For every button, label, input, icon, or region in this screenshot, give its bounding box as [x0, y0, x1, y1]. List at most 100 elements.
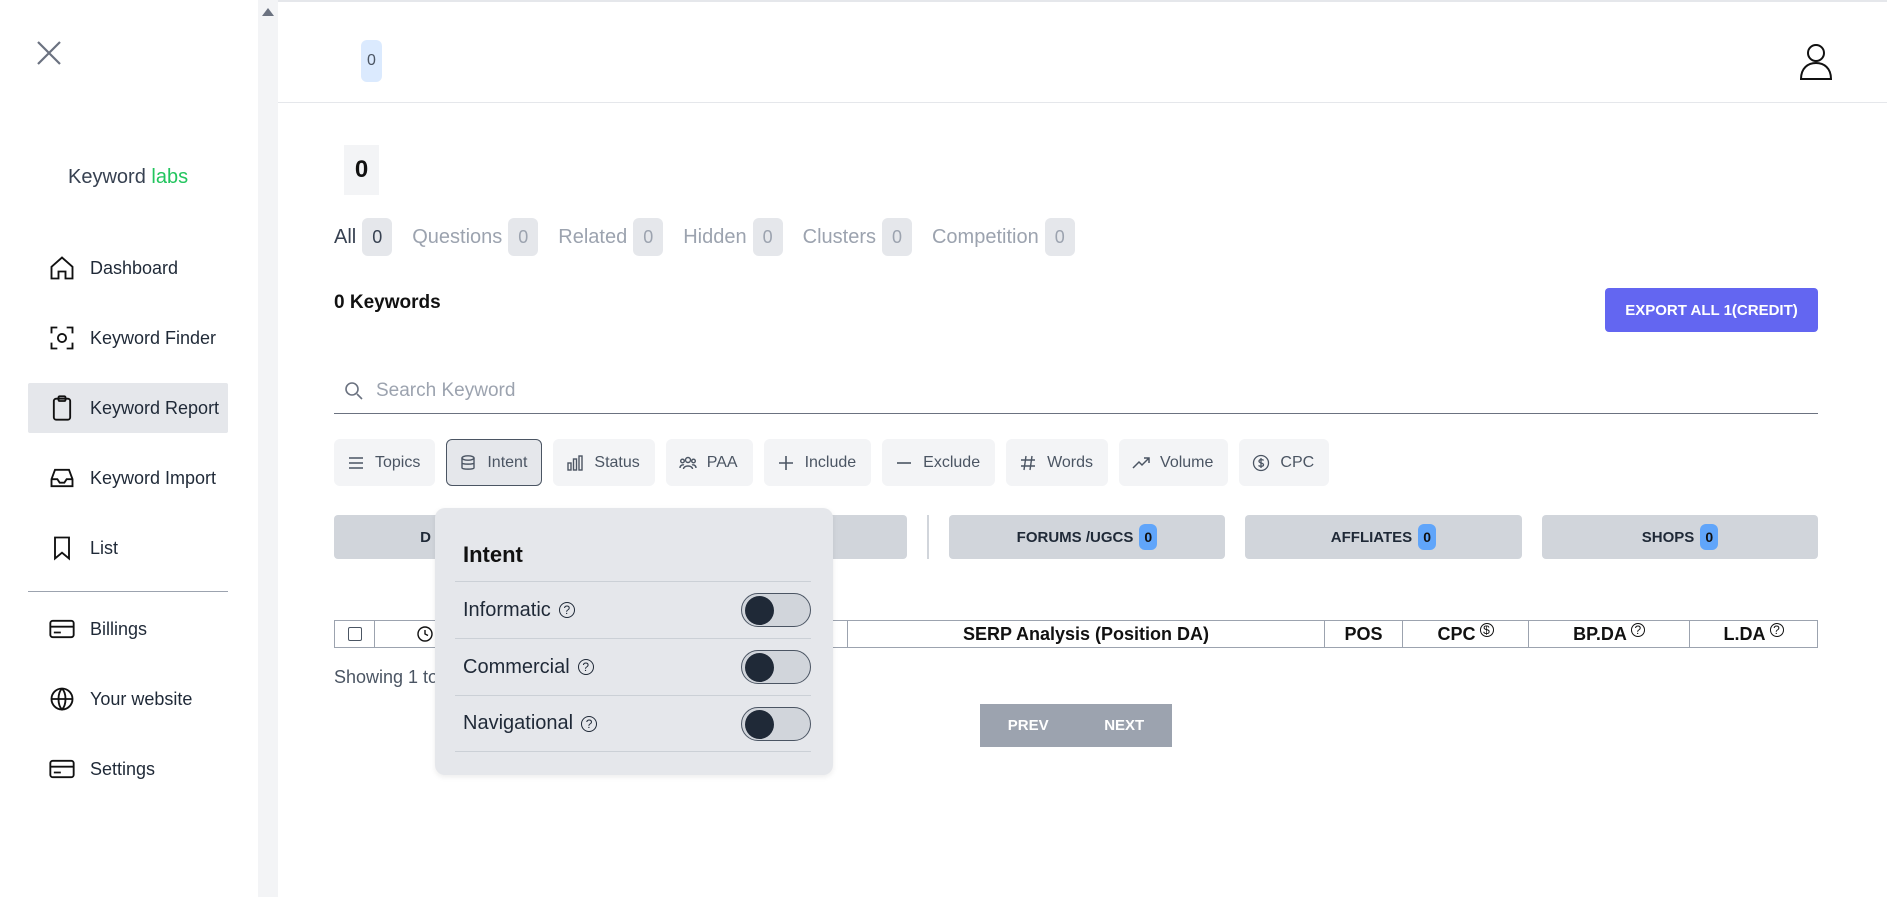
- sidebar-item-label: Settings: [90, 758, 156, 779]
- tab-clusters[interactable]: Clusters 0: [803, 218, 912, 256]
- bpda-header-label: BP.DA: [1573, 623, 1627, 644]
- user-icon[interactable]: [1798, 42, 1834, 80]
- toggle-knob: [745, 596, 774, 625]
- sidebar-scrollbar[interactable]: [258, 0, 278, 897]
- showing-text: Showing 1 to: [334, 667, 439, 687]
- search-input[interactable]: [376, 379, 1776, 402]
- search-icon: [345, 381, 363, 400]
- menu-icon: [349, 456, 363, 469]
- bpda-header: BP.DA?: [1529, 621, 1690, 647]
- category-label: FORUMS /UGCS: [1016, 528, 1134, 546]
- help-icon[interactable]: ?: [1769, 623, 1784, 637]
- top-count-badge: 0: [361, 40, 382, 82]
- tab-count: 0: [633, 218, 664, 256]
- tab-label: All: [334, 225, 357, 248]
- tab-related[interactable]: Related 0: [558, 218, 664, 256]
- filter-topics[interactable]: Topics: [334, 439, 436, 486]
- commercial-toggle[interactable]: [741, 650, 811, 684]
- sidebar-item-your-website[interactable]: Your website: [28, 674, 228, 724]
- intent-option-label: Commercial?: [463, 656, 594, 679]
- export-all-button[interactable]: EXPORT ALL 1(CREDIT): [1605, 288, 1818, 332]
- category-button-affiliates[interactable]: AFFLIATES 0: [1245, 515, 1522, 559]
- sidebar-item-keyword-finder[interactable]: Keyword Finder: [28, 313, 228, 363]
- total-count: 0: [344, 145, 379, 195]
- help-icon[interactable]: ?: [581, 715, 598, 732]
- category-count-badge: 0: [1700, 524, 1719, 550]
- sidebar-item-keyword-import[interactable]: Keyword Import: [28, 453, 228, 503]
- prev-button[interactable]: PREV: [1008, 717, 1049, 734]
- next-button[interactable]: NEXT: [1104, 717, 1144, 734]
- intent-option-informatic: Informatic?: [455, 581, 811, 638]
- minus-icon: [897, 461, 912, 464]
- dollar-info-icon[interactable]: $: [1479, 623, 1494, 637]
- navigational-toggle[interactable]: [741, 706, 811, 741]
- select-all-checkbox[interactable]: [347, 627, 362, 641]
- tab-count: 0: [881, 218, 912, 256]
- filter-label: Words: [1047, 453, 1094, 471]
- filter-volume[interactable]: Volume: [1119, 439, 1229, 486]
- dollar-icon: [1253, 454, 1270, 471]
- tab-count: 0: [752, 218, 783, 256]
- sidebar-divider: [28, 591, 228, 592]
- filter-paa[interactable]: PAA: [665, 439, 753, 486]
- filter-exclude[interactable]: Exclude: [882, 439, 996, 486]
- plus-icon: [778, 455, 793, 470]
- serp-analysis-header: SERP Analysis (Position DA): [848, 621, 1325, 647]
- tab-count: 0: [508, 218, 539, 256]
- help-icon[interactable]: ?: [558, 602, 575, 618]
- lda-header-label: L.DA: [1723, 623, 1766, 644]
- sidebar-item-dashboard[interactable]: Dashboard: [28, 243, 228, 293]
- sidebar-item-list[interactable]: List: [28, 523, 228, 573]
- tab-label: Questions: [412, 225, 503, 248]
- filter-label: Exclude: [923, 453, 981, 471]
- filter-label: PAA: [706, 453, 738, 471]
- tab-questions[interactable]: Questions 0: [412, 218, 539, 256]
- category-button-shops[interactable]: SHOPS 0: [1542, 515, 1818, 559]
- filter-include[interactable]: Include: [763, 439, 872, 486]
- filter-bar: Topics Intent Status PAA Include Exclude…: [334, 439, 1340, 486]
- tab-count: 0: [1044, 218, 1075, 256]
- tab-competition[interactable]: Competition 0: [932, 218, 1075, 256]
- informatic-toggle[interactable]: [741, 593, 811, 627]
- category-label: SHOPS: [1641, 528, 1695, 546]
- tab-all[interactable]: All 0: [334, 218, 393, 256]
- pagination: PREV NEXT: [980, 704, 1172, 747]
- intent-option-label: Informatic?: [463, 599, 575, 622]
- intent-option-commercial: Commercial?: [455, 638, 811, 695]
- brand-accent-text: labs: [151, 166, 189, 188]
- sidebar-item-label: List: [90, 537, 119, 558]
- help-icon[interactable]: ?: [577, 659, 594, 675]
- sidebar-item-label: Keyword Report: [90, 397, 220, 418]
- sidebar-item-settings[interactable]: Settings: [28, 744, 228, 794]
- filter-label: CPC: [1280, 453, 1315, 471]
- sidebar-item-billings[interactable]: Billings: [28, 604, 228, 654]
- filter-label: Topics: [375, 453, 421, 471]
- cpc-header-label: CPC: [1437, 623, 1476, 644]
- scroll-up-arrow-icon[interactable]: [262, 8, 274, 16]
- category-count-badge: 0: [1418, 524, 1437, 550]
- users-icon: [679, 456, 697, 469]
- filter-label: Intent: [487, 453, 528, 471]
- filter-cpc[interactable]: CPC: [1239, 439, 1330, 486]
- filter-words[interactable]: Words: [1006, 439, 1109, 486]
- tab-label: Hidden: [683, 225, 747, 248]
- sidebar-item-keyword-report[interactable]: Keyword Report: [28, 383, 228, 433]
- scan-icon: [50, 326, 74, 350]
- bar-chart-icon: [567, 454, 584, 471]
- filter-intent[interactable]: Intent: [446, 439, 543, 486]
- filter-label: Status: [594, 453, 640, 471]
- filter-label: Include: [804, 453, 857, 471]
- cpc-header: CPC $: [1403, 621, 1529, 647]
- category-button-forums[interactable]: FORUMS /UGCS 0: [949, 515, 1225, 559]
- trending-up-icon: [1132, 456, 1150, 469]
- pos-header: POS: [1325, 621, 1403, 647]
- category-count-badge: 0: [1139, 524, 1158, 550]
- help-icon[interactable]: ?: [1630, 623, 1645, 637]
- select-all-cell: [335, 621, 375, 647]
- tab-hidden[interactable]: Hidden 0: [683, 218, 783, 256]
- tab-label: Competition: [931, 225, 1039, 248]
- clock-icon: [416, 626, 433, 642]
- category-separator: [927, 515, 929, 559]
- close-icon[interactable]: [36, 40, 62, 66]
- filter-status[interactable]: Status: [553, 439, 655, 486]
